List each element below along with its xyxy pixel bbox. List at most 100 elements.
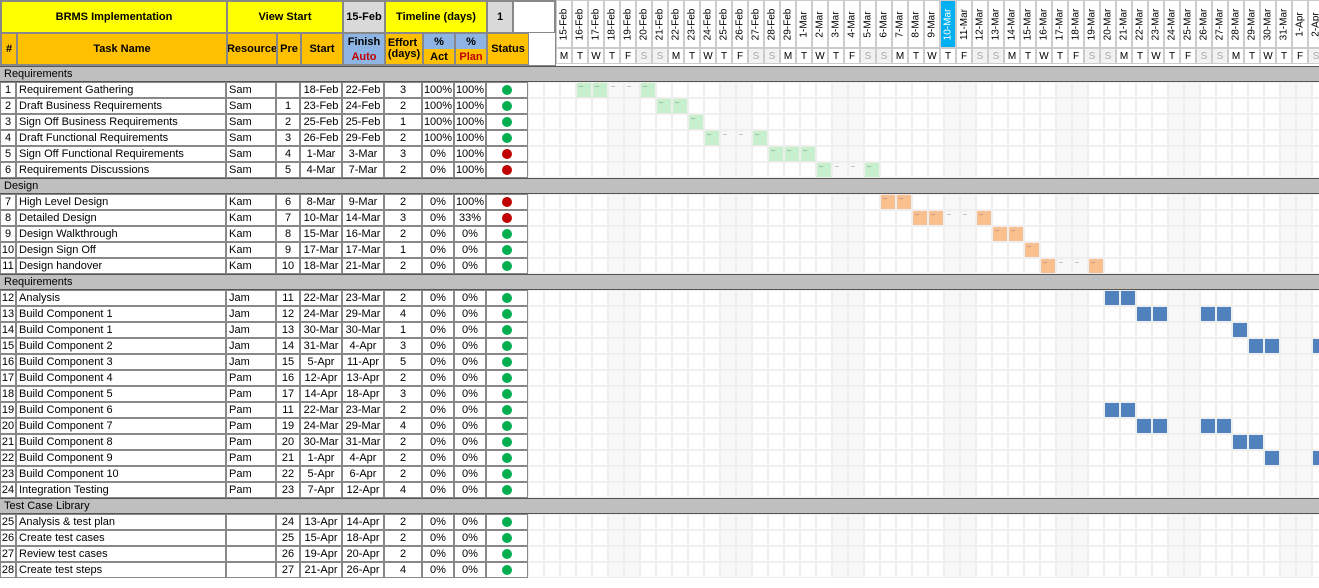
task-act[interactable]: 100% bbox=[422, 114, 454, 130]
task-act[interactable]: 0% bbox=[422, 530, 454, 546]
task-effort[interactable]: 3 bbox=[384, 82, 422, 98]
task-act[interactable]: 0% bbox=[422, 450, 454, 466]
task-resource[interactable]: Sam bbox=[226, 114, 276, 130]
task-resource[interactable]: Kam bbox=[226, 194, 276, 210]
col-pre[interactable]: Pre bbox=[277, 33, 301, 65]
task-effort[interactable]: 2 bbox=[384, 450, 422, 466]
task-act[interactable]: 0% bbox=[422, 370, 454, 386]
task-start[interactable]: 15-Apr bbox=[300, 530, 342, 546]
task-resource[interactable]: Kam bbox=[226, 210, 276, 226]
task-start[interactable]: 25-Feb bbox=[300, 114, 342, 130]
task-effort[interactable]: 2 bbox=[384, 546, 422, 562]
task-act[interactable]: 0% bbox=[422, 546, 454, 562]
task-start[interactable]: 4-Mar bbox=[300, 162, 342, 178]
task-pre[interactable]: 20 bbox=[276, 434, 300, 450]
task-effort[interactable]: 2 bbox=[384, 402, 422, 418]
task-finish[interactable]: 20-Apr bbox=[342, 546, 384, 562]
task-resource[interactable]: Sam bbox=[226, 82, 276, 98]
task-finish[interactable]: 21-Mar bbox=[342, 258, 384, 274]
col-plan[interactable]: % Plan bbox=[455, 33, 487, 65]
task-effort[interactable]: 2 bbox=[384, 514, 422, 530]
task-row[interactable]: 22Build Component 9Pam211-Apr4-Apr20%0% bbox=[0, 450, 528, 466]
task-resource[interactable]: Jam bbox=[226, 306, 276, 322]
task-pre[interactable]: 5 bbox=[276, 162, 300, 178]
task-row[interactable]: 15Build Component 2Jam1431-Mar4-Apr30%0% bbox=[0, 338, 528, 354]
task-resource[interactable]: Kam bbox=[226, 242, 276, 258]
task-act[interactable]: 0% bbox=[422, 354, 454, 370]
task-start[interactable]: 5-Apr bbox=[300, 466, 342, 482]
task-start[interactable]: 12-Apr bbox=[300, 370, 342, 386]
task-resource[interactable]: Jam bbox=[226, 338, 276, 354]
task-row[interactable]: 17Build Component 4Pam1612-Apr13-Apr20%0… bbox=[0, 370, 528, 386]
task-pre[interactable]: 7 bbox=[276, 210, 300, 226]
task-pre[interactable]: 15 bbox=[276, 354, 300, 370]
task-act[interactable]: 0% bbox=[422, 338, 454, 354]
task-resource[interactable]: Sam bbox=[226, 146, 276, 162]
view-start-date[interactable]: 15-Feb bbox=[343, 1, 385, 33]
task-resource[interactable] bbox=[226, 546, 276, 562]
task-resource[interactable] bbox=[226, 530, 276, 546]
task-resource[interactable]: Pam bbox=[226, 386, 276, 402]
task-name[interactable]: High Level Design bbox=[16, 194, 226, 210]
task-resource[interactable]: Pam bbox=[226, 418, 276, 434]
task-row[interactable]: 14Build Component 1Jam1330-Mar30-Mar10%0… bbox=[0, 322, 528, 338]
task-row[interactable]: 6Requirements DiscussionsSam54-Mar7-Mar2… bbox=[0, 162, 528, 178]
task-name[interactable]: Build Component 8 bbox=[16, 434, 226, 450]
task-start[interactable]: 15-Mar bbox=[300, 226, 342, 242]
task-effort[interactable]: 2 bbox=[384, 226, 422, 242]
task-row[interactable]: 9Design WalkthroughKam815-Mar16-Mar20%0% bbox=[0, 226, 528, 242]
task-row[interactable]: 23Build Component 10Pam225-Apr6-Apr20%0% bbox=[0, 466, 528, 482]
task-pre[interactable] bbox=[276, 82, 300, 98]
task-act[interactable]: 0% bbox=[422, 194, 454, 210]
task-act[interactable]: 100% bbox=[422, 98, 454, 114]
task-pre[interactable]: 3 bbox=[276, 130, 300, 146]
task-effort[interactable]: 2 bbox=[384, 290, 422, 306]
task-finish[interactable]: 29-Mar bbox=[342, 306, 384, 322]
task-finish[interactable]: 4-Apr bbox=[342, 338, 384, 354]
task-row[interactable]: 27Review test cases2619-Apr20-Apr20%0% bbox=[0, 546, 528, 562]
task-effort[interactable]: 1 bbox=[384, 114, 422, 130]
task-start[interactable]: 22-Mar bbox=[300, 290, 342, 306]
task-resource[interactable]: Sam bbox=[226, 162, 276, 178]
task-start[interactable]: 5-Apr bbox=[300, 354, 342, 370]
task-effort[interactable]: 2 bbox=[384, 98, 422, 114]
timeline-step[interactable]: 1 bbox=[487, 1, 513, 33]
task-name[interactable]: Build Component 1 bbox=[16, 322, 226, 338]
task-name[interactable]: Build Component 6 bbox=[16, 402, 226, 418]
task-pre[interactable]: 19 bbox=[276, 418, 300, 434]
task-pre[interactable]: 4 bbox=[276, 146, 300, 162]
task-effort[interactable]: 2 bbox=[384, 466, 422, 482]
task-finish[interactable]: 12-Apr bbox=[342, 482, 384, 498]
task-row[interactable]: 25Analysis & test plan2413-Apr14-Apr20%0… bbox=[0, 514, 528, 530]
col-finish[interactable]: Finish Auto bbox=[343, 33, 385, 65]
task-start[interactable]: 7-Apr bbox=[300, 482, 342, 498]
task-effort[interactable]: 2 bbox=[384, 370, 422, 386]
task-start[interactable]: 21-Apr bbox=[300, 562, 342, 578]
task-start[interactable]: 1-Apr bbox=[300, 450, 342, 466]
task-act[interactable]: 0% bbox=[422, 386, 454, 402]
task-pre[interactable]: 17 bbox=[276, 386, 300, 402]
task-finish[interactable]: 14-Apr bbox=[342, 514, 384, 530]
task-start[interactable]: 24-Mar bbox=[300, 418, 342, 434]
task-name[interactable]: Draft Business Requirements bbox=[16, 98, 226, 114]
task-pre[interactable]: 27 bbox=[276, 562, 300, 578]
task-start[interactable]: 17-Mar bbox=[300, 242, 342, 258]
task-name[interactable]: Design Walkthrough bbox=[16, 226, 226, 242]
task-finish[interactable]: 3-Mar bbox=[342, 146, 384, 162]
task-pre[interactable]: 6 bbox=[276, 194, 300, 210]
task-finish[interactable]: 7-Mar bbox=[342, 162, 384, 178]
task-pre[interactable]: 2 bbox=[276, 114, 300, 130]
task-row[interactable]: 12AnalysisJam1122-Mar23-Mar20%0% bbox=[0, 290, 528, 306]
task-act[interactable]: 0% bbox=[422, 434, 454, 450]
task-row[interactable]: 1Requirement GatheringSam18-Feb22-Feb310… bbox=[0, 82, 528, 98]
task-row[interactable]: 16Build Component 3Jam155-Apr11-Apr50%0% bbox=[0, 354, 528, 370]
task-resource[interactable]: Kam bbox=[226, 258, 276, 274]
task-name[interactable]: Build Component 3 bbox=[16, 354, 226, 370]
task-effort[interactable]: 2 bbox=[384, 434, 422, 450]
task-effort[interactable]: 1 bbox=[384, 242, 422, 258]
task-pre[interactable]: 26 bbox=[276, 546, 300, 562]
task-effort[interactable]: 4 bbox=[384, 562, 422, 578]
task-effort[interactable]: 3 bbox=[384, 146, 422, 162]
task-row[interactable]: 5Sign Off Functional RequirementsSam41-M… bbox=[0, 146, 528, 162]
task-resource[interactable] bbox=[226, 562, 276, 578]
